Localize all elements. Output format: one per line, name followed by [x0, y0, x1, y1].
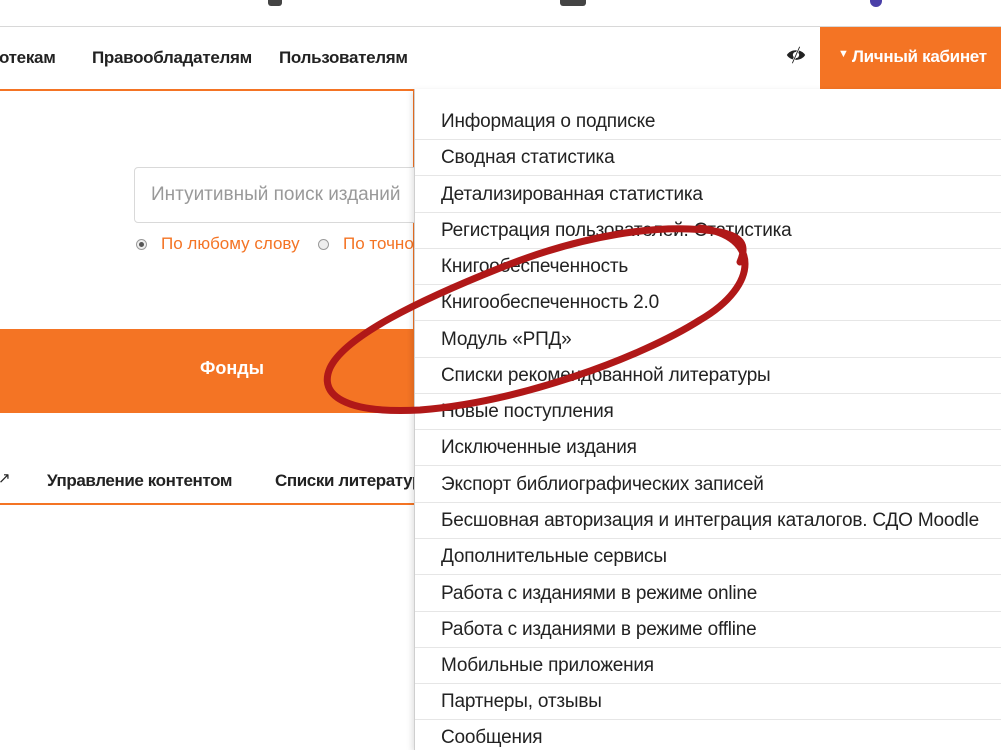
menu-item-label: Работа с изданиями в режиме online: [441, 583, 758, 604]
menu-item-work-online[interactable]: Работа с изданиями в режиме online: [415, 576, 1001, 612]
menu-item-label: Работа с изданиями в режиме offline: [441, 619, 757, 640]
category-band: Фонды: [0, 329, 415, 413]
radio-exact-circle[interactable]: [318, 238, 329, 250]
personal-cabinet-button[interactable]: ▼ Личный кабинет: [820, 27, 1001, 89]
menu-item-book-supply[interactable]: Книгообеспеченность: [415, 249, 1001, 285]
menu-item-subscription-info[interactable]: Информация о подписке: [415, 104, 1001, 140]
menu-item-partners-reviews[interactable]: Партнеры, отзывы: [415, 684, 1001, 720]
menu-item-label: Экспорт библиографических записей: [441, 474, 764, 495]
menu-item-label: Мобильные приложения: [441, 655, 654, 676]
menu-item-label: Бесшовная авторизация и интеграция катал…: [441, 510, 979, 531]
arrow-icon: ↗: [0, 470, 11, 487]
radio-exact[interactable]: По точно: [318, 234, 414, 254]
search-input[interactable]: [135, 168, 443, 222]
menu-item-messages[interactable]: Сообщения: [415, 720, 1001, 750]
menu-item-label: Книгообеспеченность 2.0: [441, 292, 659, 313]
menu-item-mobile-apps[interactable]: Мобильные приложения: [415, 648, 1001, 684]
nav-link-libraries[interactable]: отекам: [0, 48, 56, 68]
menu-item-rpd-module[interactable]: Модуль «РПД»: [415, 322, 1001, 358]
menu-item-label: Партнеры, отзывы: [441, 691, 602, 712]
menu-item-label: Детализированная статистика: [441, 184, 703, 205]
menu-item-label: Новые поступления: [441, 401, 614, 422]
radio-any-word[interactable]: По любому слову: [136, 234, 300, 254]
radio-any-word-circle[interactable]: [136, 238, 147, 250]
personal-cabinet-label: Личный кабинет: [852, 47, 987, 66]
radio-any-word-label[interactable]: По любому слову: [161, 234, 300, 254]
profile-icon: [870, 0, 882, 7]
menu-item-additional-services[interactable]: Дополнительные сервисы: [415, 539, 1001, 575]
menu-item-label: Сводная статистика: [441, 147, 615, 168]
radio-exact-label[interactable]: По точно: [343, 234, 414, 254]
menu-item-label: Сообщения: [441, 727, 543, 748]
fondy-tab[interactable]: Фонды: [200, 358, 264, 379]
menu-item-excluded-editions[interactable]: Исключенные издания: [415, 430, 1001, 466]
menu-item-label: Модуль «РПД»: [441, 329, 572, 350]
nav-link-users[interactable]: Пользователям: [279, 48, 408, 68]
menu-item-user-registration-statistics[interactable]: Регистрация пользователей. Статистика: [415, 213, 1001, 249]
subnav-content-management[interactable]: Управление контентом: [47, 471, 232, 491]
menu-item-label: Дополнительные сервисы: [441, 546, 667, 567]
menu-item-label: Книгообеспеченность: [441, 256, 629, 277]
menu-item-seamless-auth[interactable]: Бесшовная авторизация и интеграция катал…: [415, 503, 1001, 539]
eye-slash-icon[interactable]: [785, 44, 807, 66]
main-navbar: отекам Правообладателям Пользователям ▼ …: [0, 27, 1001, 89]
menu-item-recommended-literature[interactable]: Списки рекомендованной литературы: [415, 358, 1001, 394]
menu-item-detailed-statistics[interactable]: Детализированная статистика: [415, 177, 1001, 213]
browser-top-strip: [0, 0, 1001, 27]
menu-item-book-supply-2[interactable]: Книгообеспеченность 2.0: [415, 285, 1001, 321]
toolbar-icon: [268, 0, 282, 6]
sub-navigation: ↗ Управление контентом Списки литератур: [0, 413, 422, 505]
toolbar-icon: [560, 0, 586, 6]
menu-item-label: Списки рекомендованной литературы: [441, 365, 771, 386]
nav-link-rightholders[interactable]: Правообладателям: [92, 48, 252, 68]
menu-item-label: Регистрация пользователей. Статистика: [441, 220, 792, 241]
menu-item-work-offline[interactable]: Работа с изданиями в режиме offline: [415, 612, 1001, 648]
search-box: [134, 167, 443, 223]
caret-down-icon: ▼: [838, 48, 849, 60]
menu-item-summary-statistics[interactable]: Сводная статистика: [415, 140, 1001, 176]
subnav-literature-lists[interactable]: Списки литератур: [275, 471, 422, 491]
menu-item-label: Исключенные издания: [441, 437, 637, 458]
menu-item-label: Информация о подписке: [441, 111, 656, 132]
menu-item-export-records[interactable]: Экспорт библиографических записей: [415, 467, 1001, 503]
menu-item-new-arrivals[interactable]: Новые поступления: [415, 394, 1001, 430]
personal-cabinet-dropdown: Информация о подписке Сводная статистика…: [414, 89, 1001, 750]
